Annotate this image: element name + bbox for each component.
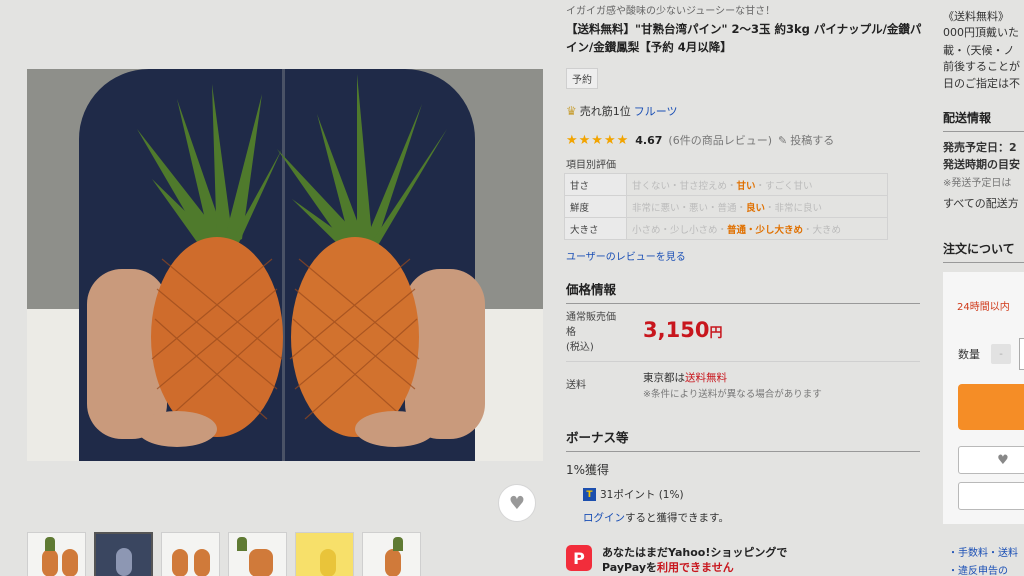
login-line: ログインすると獲得できます。 [583,512,729,524]
eval-label: 甘さ [564,173,627,196]
rating-score: 4.67 [635,133,663,147]
eval-options: 甘くない・甘さ控えめ・甘い・すごく甘い [626,173,888,196]
rating-stars: ★★★★★ [566,132,630,148]
points-text: 31ポイント (1%) [600,489,684,501]
points-line: T 31ポイント (1%) [583,487,684,502]
thumbnail-strip [27,532,421,576]
reservation-badge: 予約 [566,68,598,89]
eval-label: 大きさ [564,217,627,240]
fee-shipping-link[interactable]: ・手数料・送料 [948,544,1018,559]
eval-label: 鮮度 [564,195,627,218]
delivery-release: 発売予定日：2 [943,141,1017,154]
product-catchcopy: イガイガ感や酸味の少ないジューシーな甘さ！ [566,6,776,17]
free-shipping-note-5: 日のご指定は不 [943,77,1020,90]
shipping-label: 送料 [566,380,586,391]
rating-row: ★★★★★ 4.67 (6件の商品レビュー) ✎ 投稿する [566,132,834,148]
paypay-notice: P あなたはまだYahoo!ショッピングで PayPayを利用できません [566,545,787,575]
item-eval-title: 項目別評価 [566,160,616,171]
divider [566,361,920,362]
paypay-text: あなたはまだYahoo!ショッピングで PayPayを利用できません [602,546,788,574]
user-reviews-link[interactable]: ユーザーのレビューを見る [566,248,686,263]
free-shipping-note-2: 000円頂戴いた [943,26,1019,39]
eval-options: 非常に悪い・悪い・普通・良い・非常に良い [626,195,888,218]
product-main-image [27,69,543,461]
product-title: 【送料無料】"甘熟台湾パイン" 2〜3玉 約3kg パイナップル/金鑚パイン/金… [566,22,922,54]
rank-category-link[interactable]: フルーツ [634,103,678,119]
thumbnail-4[interactable] [228,532,287,576]
quantity-input[interactable] [1019,338,1024,370]
thumbnail-2[interactable] [94,532,153,576]
price-section-heading: 価格情報 [566,279,920,304]
free-shipping-note: 《送料無料》 [943,10,1009,23]
bonus-percent: 1%獲得 [566,463,610,477]
post-review-link[interactable]: ✎ 投稿する [778,132,834,148]
order-box: 24時間以内 数量 - ♥ [943,272,1024,524]
all-delivery-link[interactable]: すべての配送方 [943,195,1019,211]
quantity-label: 数量 [958,348,980,361]
order-heading: 注文について [943,240,1024,263]
shipping-note: ※条件により送料が異なる場合があります [643,389,822,400]
thumbnail-1[interactable] [27,532,86,576]
item-eval-table: 甘さ 甘くない・甘さ控えめ・甘い・すごく甘い 鮮度 非常に悪い・悪い・普通・良い… [564,173,888,240]
crown-icon: ♛ [566,104,577,118]
eval-row: 大きさ 小さめ・少し小さめ・普通・少し大きめ・大きめ [564,217,888,240]
eval-options: 小さめ・少し小さめ・普通・少し大きめ・大きめ [626,217,888,240]
delivery-note: ※発送予定日は [943,178,1012,189]
thumbnail-3[interactable] [161,532,220,576]
secondary-button[interactable] [958,482,1024,510]
favorite-button[interactable]: ♥ [958,446,1024,474]
add-to-cart-button[interactable] [958,384,1024,430]
review-count-link[interactable]: (6件の商品レビュー) [668,132,772,148]
quantity-minus-button[interactable]: - [991,344,1011,364]
paypay-icon: P [566,545,592,571]
shipping-info: 東京都は送料無料 [643,372,727,384]
t-point-icon: T [583,488,596,501]
favorite-heart-button[interactable]: ♥ [498,484,536,522]
delivery-heading: 配送情報 [943,109,1024,132]
eval-row: 鮮度 非常に悪い・悪い・普通・良い・非常に良い [564,195,888,218]
within-24h-note: 24時間以内 [957,302,1010,313]
heart-icon: ♥ [508,492,526,514]
ranking-line: ♛ 売れ筋1位 フルーツ [566,103,678,119]
heart-icon: ♥ [997,452,1009,468]
free-shipping-note-3: 載・（天候・ノ [943,44,1015,57]
price-label: 通常販売価 格 (税込) [566,312,616,353]
thumbnail-5[interactable] [295,532,354,576]
report-violation-link[interactable]: ・違反申告の [948,562,1008,576]
rank-text: 売れ筋1位 [579,105,631,118]
pencil-icon: ✎ [778,133,788,147]
eval-row: 甘さ 甘くない・甘さ控えめ・甘い・すごく甘い [564,173,888,196]
post-review-label: 投稿する [790,134,835,147]
thumbnail-6[interactable] [362,532,421,576]
free-shipping-note-4: 前後することが [943,60,1020,73]
delivery-timing: 発送時期の目安 [943,158,1020,171]
price-value: 3,150円 [643,318,723,342]
bonus-section-heading: ボーナス等 [566,427,920,452]
login-link[interactable]: ログイン [583,512,625,524]
pineapples-illustration [87,74,485,447]
